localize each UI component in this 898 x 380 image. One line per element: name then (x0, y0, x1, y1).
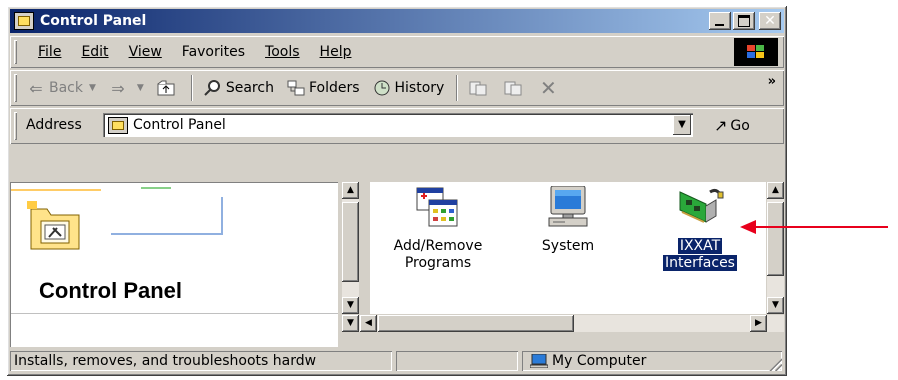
left-pane-heading: Control Panel (39, 278, 183, 303)
go-arrow-icon: ↗ (714, 116, 728, 135)
up-folder-button[interactable] (156, 78, 179, 98)
scroll-thumb[interactable] (767, 202, 784, 276)
resize-grip[interactable] (768, 357, 782, 371)
back-button[interactable]: ⇐ Back ▼ (26, 78, 96, 98)
add-remove-programs-item[interactable]: Add/Remove Programs (378, 182, 498, 272)
control-panel-folder-icon (27, 201, 83, 253)
menu-view[interactable]: View (119, 44, 172, 60)
annotation-arrow (740, 220, 888, 234)
banner-decoration (111, 197, 223, 235)
forward-button[interactable]: ⇒ ▼ (108, 78, 144, 98)
go-button[interactable]: ↗ Go (714, 116, 750, 135)
minimize-icon (715, 24, 724, 26)
maximize-button[interactable] (733, 12, 755, 30)
history-button[interactable]: History (372, 78, 444, 98)
toolbar-separator (456, 75, 458, 101)
address-dropdown-button[interactable]: ▼ (673, 115, 691, 135)
icon-view: Add/Remove Programs System IXXAT Interfa… (370, 182, 766, 314)
address-bar-grip[interactable] (14, 112, 17, 140)
toolbar-separator (191, 75, 193, 101)
standard-toolbar: ⇐ Back ▼ ⇒ ▼ Search Folders History ✕ » (10, 70, 784, 106)
menu-tools[interactable]: Tools (255, 44, 310, 60)
up-folder-icon (156, 78, 176, 98)
address-label: Address (26, 117, 82, 133)
address-input[interactable]: Control Panel ▼ (103, 113, 693, 137)
back-arrow-icon: ⇐ (29, 78, 43, 98)
scroll-down-button[interactable]: ▼ (767, 297, 784, 314)
close-button[interactable]: ✕ (759, 12, 781, 30)
windows-logo-icon (734, 38, 778, 66)
heading-divider (11, 313, 338, 314)
icon-view-scrollbar[interactable]: ▲ ▼ (767, 182, 784, 314)
copy-to-button[interactable] (503, 78, 526, 98)
title-bar[interactable]: Control Panel ✕ (10, 9, 784, 33)
scroll-down-button[interactable]: ▼ (342, 297, 359, 314)
search-icon (203, 78, 223, 98)
menu-edit[interactable]: Edit (71, 44, 118, 60)
scroll-up-button[interactable]: ▲ (767, 182, 784, 199)
menu-help[interactable]: Help (310, 44, 362, 60)
banner-decoration (11, 189, 101, 191)
address-bar: Address Control Panel ▼ ↗ Go (10, 108, 784, 144)
control-panel-window: Control Panel ✕ File Edit View Favorites… (7, 6, 787, 376)
status-empty-panel (396, 351, 518, 371)
scroll-left-button[interactable]: ◀ (360, 315, 377, 332)
menu-file[interactable]: File (28, 44, 71, 60)
menu-bar: File Edit View Favorites Tools Help (10, 36, 784, 68)
maximize-icon (738, 15, 750, 27)
scroll-right-button[interactable]: ▶ (750, 315, 767, 332)
status-zone: My Computer (522, 351, 782, 371)
content-area: Control Panel ▲ ▼ Add/Remove Programs Sy… (10, 182, 784, 347)
left-pane-scrollbar[interactable]: ▲ ▼ (342, 182, 359, 314)
control-panel-small-icon (108, 117, 128, 134)
add-remove-programs-icon (416, 187, 458, 227)
address-value: Control Panel (133, 117, 226, 133)
back-dropdown-icon[interactable]: ▼ (89, 83, 96, 93)
menu-bar-grip[interactable] (14, 40, 17, 64)
delete-icon: ✕ (539, 76, 557, 100)
forward-arrow-icon: ⇒ (111, 78, 125, 98)
close-icon: ✕ (764, 13, 776, 29)
move-to-button[interactable] (468, 78, 491, 98)
toolbar-grip[interactable] (14, 74, 17, 102)
scroll-up-button[interactable]: ▲ (342, 182, 359, 199)
delete-button[interactable]: ✕ (538, 76, 561, 100)
history-icon (372, 78, 392, 98)
move-to-icon (468, 78, 488, 98)
forward-dropdown-icon[interactable]: ▼ (137, 83, 144, 93)
folders-button[interactable]: Folders (286, 78, 360, 98)
minimize-button[interactable] (709, 12, 731, 30)
system-icon (548, 185, 588, 227)
scroll-down-button[interactable]: ▼ (342, 315, 359, 332)
scroll-thumb[interactable] (342, 202, 359, 282)
folders-icon (286, 78, 306, 98)
web-view-pane: Control Panel (10, 182, 338, 347)
menu-favorites[interactable]: Favorites (172, 44, 255, 60)
horizontal-scrollbar[interactable]: ▼ ◀ ▶ (342, 315, 784, 332)
banner-decoration (141, 187, 171, 189)
status-description: Installs, removes, and troubleshoots har… (10, 351, 392, 371)
ixxat-interfaces-icon (679, 188, 724, 223)
copy-to-icon (503, 78, 523, 98)
horizontal-scroll-thumb[interactable] (378, 315, 574, 332)
toolbar-chevron[interactable]: » (768, 74, 776, 89)
control-panel-icon (14, 12, 34, 30)
search-button[interactable]: Search (203, 78, 274, 98)
system-item[interactable]: System (508, 182, 628, 255)
status-bar: Installs, removes, and troubleshoots har… (10, 349, 784, 373)
my-computer-icon (529, 353, 549, 369)
window-title: Control Panel (40, 13, 147, 29)
